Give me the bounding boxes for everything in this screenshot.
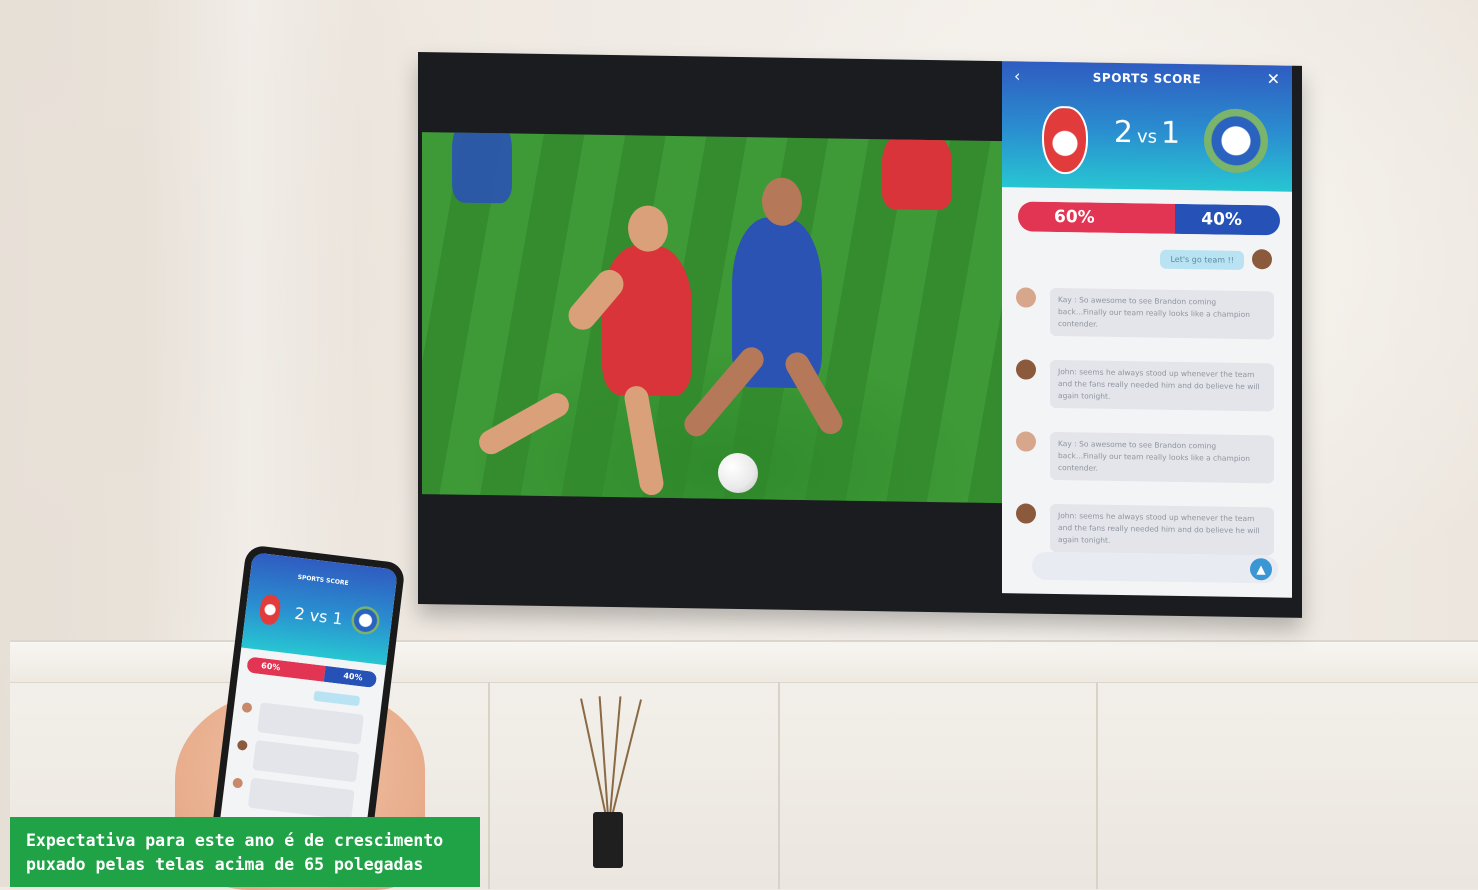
chat-message: Kay : So awesome to see Brandon coming b… [1016, 431, 1280, 484]
close-icon[interactable]: ✕ [1267, 69, 1280, 88]
phone-chat-bubble [252, 739, 360, 783]
television: ‹ SPORTS SCORE ✕ 2 vs 1 60% 40% Let's go t… [418, 52, 1302, 618]
chat-bubble: John: seems he always stood up whenever … [1050, 503, 1274, 556]
caption-line-2: puxado pelas telas acima de 65 polegadas [26, 855, 424, 874]
away-possession: 40% [1175, 203, 1280, 236]
chat-feed: Let's go team !! Kay : So awesome to see… [1016, 247, 1280, 556]
background-player [882, 132, 952, 211]
avatar [1016, 431, 1036, 452]
chat-bubble: John: seems he always stood up whenever … [1050, 359, 1274, 412]
phone-away-possession: 40% [323, 665, 378, 689]
football-match-video [422, 132, 1002, 504]
cabinet-door-seam [488, 682, 490, 889]
cabinet-door-seam [1096, 682, 1098, 889]
phone-score-header: SPORTS SCORE 2 vs 1 [241, 552, 398, 666]
phone-chat-bubble [247, 777, 355, 821]
phone-my-message [313, 690, 361, 707]
panel-title: SPORTS SCORE [1092, 70, 1202, 87]
phone-title: SPORTS SCORE [297, 573, 349, 588]
avatar [1016, 503, 1036, 524]
away-score: 1 [1161, 115, 1181, 151]
send-up-arrow-icon[interactable]: ▲ [1250, 558, 1272, 581]
red-player [602, 244, 692, 397]
caption-line-1: Expectativa para este ano é de crescimen… [26, 831, 444, 850]
home-possession: 60% [1018, 201, 1176, 234]
my-chat-message: Let's go team !! [1160, 249, 1244, 270]
avatar [1016, 359, 1036, 380]
chat-input[interactable]: ▲ [1032, 551, 1278, 584]
phone-screen: SPORTS SCORE 2 vs 1 60% 40% [218, 552, 398, 854]
sports-score-panel: ‹ SPORTS SCORE ✕ 2 vs 1 60% 40% Let's go t… [1002, 61, 1292, 598]
away-team-crest-icon [1204, 108, 1268, 174]
avatar [241, 702, 253, 714]
avatar [236, 739, 248, 751]
football [718, 452, 758, 494]
background-player [452, 132, 512, 204]
chat-message: John: seems he always stood up whenever … [1016, 503, 1280, 556]
avatar [1252, 249, 1272, 270]
chat-bubble: Kay : So awesome to see Brandon coming b… [1050, 287, 1274, 340]
avatar [232, 777, 244, 789]
chat-bubble: Kay : So awesome to see Brandon coming b… [1050, 431, 1274, 484]
chat-message: Kay : So awesome to see Brandon coming b… [1016, 287, 1280, 340]
phone-home-possession: 60% [246, 656, 326, 682]
vs-label: vs [1136, 126, 1158, 148]
chat-message: John: seems he always stood up whenever … [1016, 359, 1280, 412]
home-score: 2 [1113, 114, 1133, 151]
cabinet-door-seam [778, 682, 780, 889]
phone-chat-bubble [257, 702, 364, 745]
reed-diffuser [580, 696, 643, 868]
avatar [1016, 287, 1036, 308]
photo-caption: Expectativa para este ano é de crescimen… [10, 817, 480, 887]
score-header: ‹ SPORTS SCORE ✕ 2 vs 1 [1002, 61, 1292, 192]
possession-bar: 60% 40% [1018, 201, 1280, 236]
